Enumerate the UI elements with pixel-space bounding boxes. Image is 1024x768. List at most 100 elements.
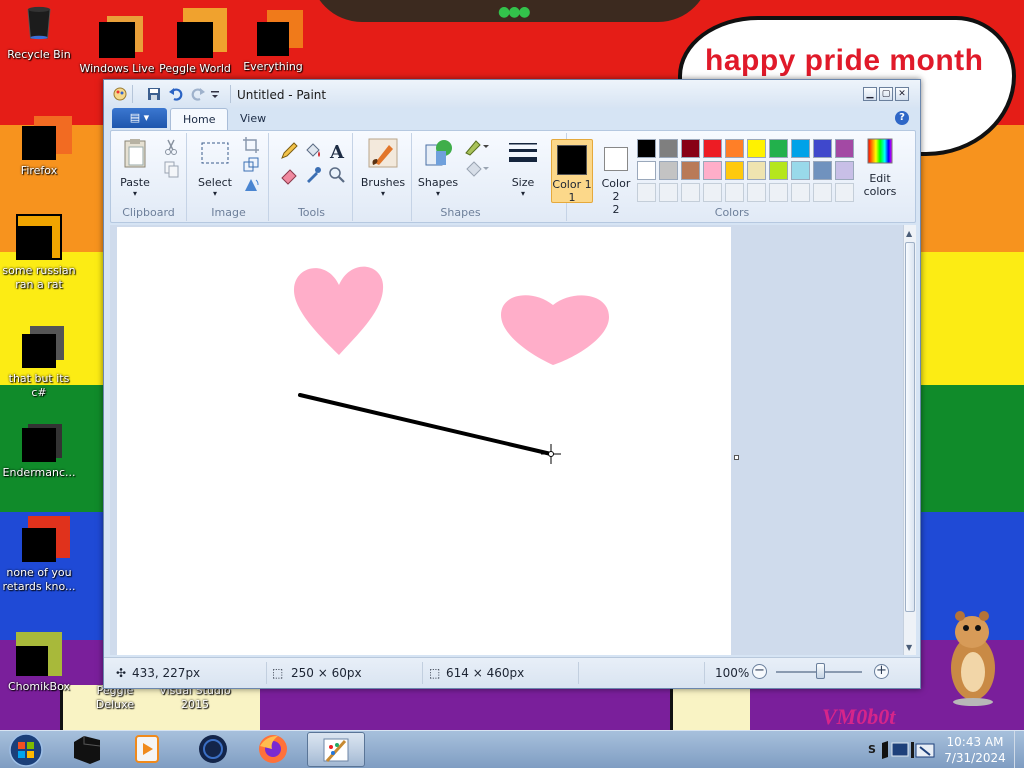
show-desktop-button[interactable] [1014,731,1024,768]
taskbar-app-media-player[interactable] [118,732,176,767]
magnifier-icon[interactable] [327,165,347,185]
palette-custom-slot[interactable] [813,183,832,202]
canvas-area[interactable] [110,225,903,655]
file-menu-button[interactable]: ▤ ▾ [112,108,167,128]
palette-swatch[interactable] [703,139,722,158]
drawing-canvas[interactable] [117,227,731,655]
crop-icon[interactable] [241,135,261,155]
help-icon[interactable]: ? [895,111,909,125]
select-button[interactable]: Select ▾ [195,137,235,198]
palette-swatch[interactable] [659,139,678,158]
scrollbar-thumb[interactable] [905,242,915,612]
outline-icon[interactable] [463,137,491,157]
tray-flag-icon[interactable] [882,741,888,759]
palette-swatch[interactable] [769,139,788,158]
desktop-icon-endermanch[interactable]: Endermanc... [0,428,78,480]
rotate-icon[interactable] [241,175,261,195]
palette-swatch[interactable] [681,161,700,180]
desktop-icon-windows-live[interactable]: Windows Live [78,6,156,76]
palette-swatch[interactable] [659,161,678,180]
desktop-icon-chomikbox[interactable]: ChomikBox [0,632,78,694]
paste-dropdown-icon[interactable]: ▾ [115,189,155,198]
desktop-icon-recycle-bin[interactable]: Recycle Bin [0,6,78,62]
palette-custom-slot[interactable] [681,183,700,202]
palette-swatch[interactable] [813,139,832,158]
clock[interactable]: 10:43 AM 7/31/2024 [940,734,1010,766]
color1-button[interactable]: Color 1 1 [551,139,593,204]
palette-custom-slot[interactable] [835,183,854,202]
palette-swatch[interactable] [747,161,766,180]
shapes-button[interactable]: Shapes ▾ [415,137,461,198]
palette-swatch[interactable] [725,139,744,158]
save-icon[interactable] [146,86,162,102]
palette-custom-slot[interactable] [725,183,744,202]
palette-swatch[interactable] [747,139,766,158]
tab-home[interactable]: Home [170,108,229,130]
palette-custom-slot[interactable] [637,183,656,202]
copy-icon[interactable] [161,159,181,179]
zoom-out-button[interactable]: − [752,664,767,679]
taskbar-app-firefox[interactable] [244,732,302,767]
volume-icon[interactable] [911,742,935,758]
resize-icon[interactable] [241,155,261,175]
color-picker-icon[interactable] [303,165,323,185]
paint-app-icon[interactable] [112,86,128,102]
palette-swatch[interactable] [637,139,656,158]
brushes-button[interactable]: Brushes ▾ [359,137,407,198]
palette-swatch[interactable] [725,161,744,180]
desktop-icon-that-but-its-c[interactable]: that but its c# [0,322,78,400]
text-icon[interactable]: A [327,141,347,161]
maximize-button[interactable]: ▢ [879,87,893,101]
network-icon[interactable] [891,742,909,757]
palette-swatch[interactable] [835,161,854,180]
zoom-slider-thumb[interactable] [816,663,825,679]
taskbar-app-paint[interactable] [307,732,365,767]
color2-button[interactable]: Color 2 2 [597,139,635,216]
palette-custom-slot[interactable] [747,183,766,202]
brushes-dropdown-icon[interactable]: ▾ [359,189,407,198]
fill-icon[interactable] [463,159,491,179]
eraser-icon[interactable] [279,165,299,185]
desktop-icon-none-of-you[interactable]: none of you retards kno... [0,528,78,594]
minimize-button[interactable]: ▁ [863,87,877,101]
palette-custom-slot[interactable] [791,183,810,202]
palette-swatch[interactable] [703,161,722,180]
shapes-dropdown-icon[interactable]: ▾ [415,189,461,198]
palette-custom-slot[interactable] [659,183,678,202]
paste-button[interactable]: Paste ▾ [115,137,155,198]
palette-swatch[interactable] [813,161,832,180]
paint-window[interactable]: Untitled - Paint ▁ ▢ ✕ ▤ ▾ Home View ? P… [103,79,921,689]
zoom-in-button[interactable]: + [874,664,889,679]
edit-colors-button[interactable]: Edit colors [857,137,903,198]
close-button[interactable]: ✕ [895,87,909,101]
tab-view[interactable]: View [228,108,278,130]
desktop-icon-firefox[interactable]: Firefox [0,112,78,178]
taskbar-app-unknown[interactable] [184,732,242,767]
palette-swatch[interactable] [835,139,854,158]
palette-swatch[interactable] [769,161,788,180]
scroll-up-icon[interactable]: ▲ [906,229,912,238]
start-button[interactable] [6,731,46,768]
pencil-icon[interactable] [279,141,299,161]
size-button[interactable]: Size ▾ [503,137,543,198]
tray-s-label[interactable]: S [868,743,876,756]
redo-icon[interactable] [190,86,206,102]
palette-swatch[interactable] [681,139,700,158]
vertical-scrollbar[interactable]: ▲ ▼ [903,225,916,655]
palette-custom-slot[interactable] [769,183,788,202]
fill-bucket-icon[interactable] [303,141,323,161]
undo-icon[interactable] [168,86,184,102]
cut-icon[interactable] [161,137,181,157]
desktop-icon-everything[interactable]: Everything [234,6,312,74]
scroll-down-icon[interactable]: ▼ [906,643,912,652]
canvas-resize-handle[interactable] [734,455,739,460]
title-bar[interactable]: Untitled - Paint ▁ ▢ ✕ [104,80,920,108]
taskbar-app-cmd[interactable] [58,732,116,767]
desktop-icon-some-russian[interactable]: some russian ran a rat [0,214,78,292]
select-dropdown-icon[interactable]: ▾ [195,189,235,198]
palette-swatch[interactable] [791,139,810,158]
desktop-icon-peggle-world[interactable]: Peggle World [156,6,234,76]
palette-swatch[interactable] [637,161,656,180]
palette-custom-slot[interactable] [703,183,722,202]
qat-dropdown-icon[interactable] [210,86,220,102]
